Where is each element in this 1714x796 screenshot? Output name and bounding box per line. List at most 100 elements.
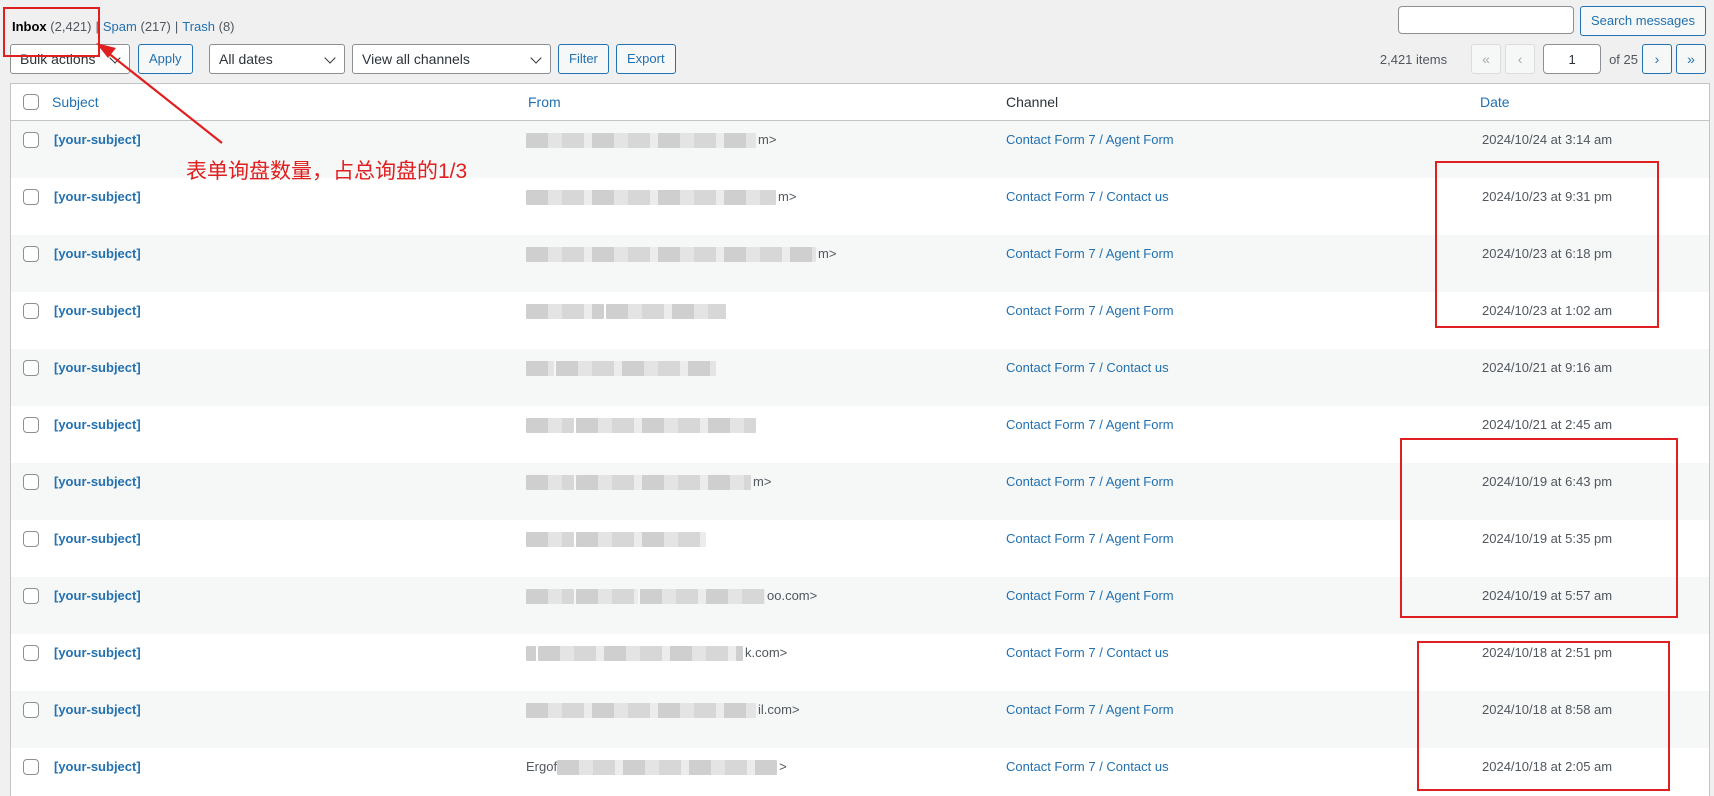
row-checkbox[interactable] [23, 303, 39, 319]
row-checkbox[interactable] [23, 702, 39, 718]
table-row: [your-subject] k.com> Contact Form 7 / Con… [11, 634, 1709, 691]
row-checkbox[interactable] [23, 189, 39, 205]
row-subject-link[interactable]: [your-subject] [54, 189, 141, 204]
column-subject[interactable]: Subject [52, 84, 99, 120]
row-checkbox[interactable] [23, 759, 39, 775]
redacted-email-block [526, 247, 816, 263]
row-channel-link[interactable]: Contact Form 7 / Contact us [1006, 759, 1169, 774]
row-from-suffix: m> [818, 246, 837, 261]
table-row: [your-subject] Ergof > Contact Form 7 / Con… [11, 748, 1709, 796]
items-count: 2,421 items [1379, 51, 1448, 67]
next-page-button[interactable]: › [1642, 44, 1672, 74]
table-row: [your-subject] m> Contact Form 7 / Agent F… [11, 235, 1709, 292]
channels-select[interactable]: View all channels [352, 44, 551, 74]
row-from [526, 303, 728, 320]
redacted-email-block [640, 589, 765, 605]
row-from [526, 360, 718, 377]
row-subject-link[interactable]: [your-subject] [54, 360, 141, 375]
table-row: [your-subject] oo.com> Contact Form 7 / Ag… [11, 577, 1709, 634]
row-channel-link[interactable]: Contact Form 7 / Contact us [1006, 645, 1169, 660]
row-checkbox[interactable] [23, 417, 39, 433]
table-body: [your-subject] m> Contact Form 7 / Agent F… [11, 121, 1709, 796]
row-channel-link[interactable]: Contact Form 7 / Agent Form [1006, 531, 1174, 546]
redacted-email-block [526, 418, 574, 434]
row-from: m> [526, 474, 772, 491]
separator: | [95, 19, 99, 34]
row-subject-link[interactable]: [your-subject] [54, 759, 141, 774]
row-from: m> [526, 246, 837, 263]
row-channel-link[interactable]: Contact Form 7 / Agent Form [1006, 303, 1174, 318]
table-row: [your-subject] il.com> Contact Form 7 / Ag… [11, 691, 1709, 748]
row-checkbox[interactable] [23, 360, 39, 376]
row-subject-link[interactable]: [your-subject] [54, 246, 141, 261]
filter-spam[interactable]: Spam (217) [103, 19, 171, 34]
trash-count: (8) [218, 19, 235, 34]
dates-select[interactable]: All dates [209, 44, 345, 74]
redacted-email-block [526, 703, 756, 719]
trash-label: Trash [182, 19, 215, 34]
inbox-count: (2,421) [50, 19, 92, 34]
apply-button[interactable]: Apply [138, 44, 193, 74]
row-channel-link[interactable]: Contact Form 7 / Agent Form [1006, 474, 1174, 489]
row-subject-link[interactable]: [your-subject] [54, 132, 141, 147]
last-page-button[interactable]: » [1676, 44, 1706, 74]
column-from[interactable]: From [528, 84, 561, 120]
row-channel-link[interactable]: Contact Form 7 / Agent Form [1006, 246, 1174, 261]
table-row: [your-subject] m> Contact Form 7 / Contact… [11, 178, 1709, 235]
row-subject-link[interactable]: [your-subject] [54, 417, 141, 432]
current-page-input[interactable] [1543, 44, 1602, 74]
table-row: [your-subject] Contact Form 7 / Agent For… [11, 406, 1709, 463]
redacted-email-block [526, 133, 756, 149]
row-date: 2024/10/24 at 3:14 am [1482, 132, 1613, 147]
row-from: Ergof > [526, 759, 787, 776]
search-messages-button[interactable]: Search messages [1579, 6, 1706, 36]
redacted-email-block [556, 361, 716, 377]
row-checkbox[interactable] [23, 132, 39, 148]
export-button[interactable]: Export [616, 44, 676, 74]
column-date[interactable]: Date [1480, 84, 1510, 120]
row-from-suffix: m> [778, 189, 797, 204]
row-subject-link[interactable]: [your-subject] [54, 645, 141, 660]
row-checkbox[interactable] [23, 588, 39, 604]
chevron-down-icon [324, 52, 336, 64]
redacted-email-block [526, 304, 604, 320]
row-date: 2024/10/19 at 6:43 pm [1482, 474, 1613, 489]
filter-trash[interactable]: Trash (8) [182, 19, 234, 34]
row-subject-link[interactable]: [your-subject] [54, 303, 141, 318]
row-channel-link[interactable]: Contact Form 7 / Contact us [1006, 360, 1169, 375]
row-channel-link[interactable]: Contact Form 7 / Contact us [1006, 189, 1169, 204]
row-channel-link[interactable]: Contact Form 7 / Agent Form [1006, 702, 1174, 717]
messages-table: Subject From Channel Date [your-subject]… [10, 83, 1710, 796]
row-checkbox[interactable] [23, 531, 39, 547]
row-from [526, 417, 758, 434]
row-from-suffix: m> [758, 132, 777, 147]
redacted-email-block [576, 418, 756, 434]
row-checkbox[interactable] [23, 474, 39, 490]
row-from-suffix: oo.com> [767, 588, 818, 603]
row-channel-link[interactable]: Contact Form 7 / Agent Form [1006, 588, 1174, 603]
select-all-checkbox[interactable] [23, 94, 39, 110]
row-subject-link[interactable]: [your-subject] [54, 531, 141, 546]
dates-select-value: All dates [219, 51, 273, 67]
spam-count: (217) [140, 19, 171, 34]
search-input[interactable] [1397, 6, 1574, 34]
row-channel-link[interactable]: Contact Form 7 / Agent Form [1006, 417, 1174, 432]
bulk-actions-select[interactable]: Bulk actions [10, 44, 130, 74]
redacted-email-block [526, 532, 574, 548]
row-from-suffix: m> [753, 474, 772, 489]
row-date: 2024/10/18 at 2:05 am [1482, 759, 1613, 774]
redacted-email-block [538, 646, 743, 662]
status-filter-links: Inbox (2,421) | Spam (217) | Trash (8) [12, 19, 235, 34]
row-channel-link[interactable]: Contact Form 7 / Agent Form [1006, 132, 1174, 147]
row-subject-link[interactable]: [your-subject] [54, 474, 141, 489]
row-checkbox[interactable] [23, 246, 39, 262]
row-subject-link[interactable]: [your-subject] [54, 588, 141, 603]
row-date: 2024/10/19 at 5:35 pm [1482, 531, 1613, 546]
filter-inbox[interactable]: Inbox (2,421) [12, 19, 92, 34]
row-from-suffix: il.com> [758, 702, 800, 717]
filter-button[interactable]: Filter [558, 44, 609, 74]
column-channel: Channel [1006, 94, 1059, 110]
row-subject-link[interactable]: [your-subject] [54, 702, 141, 717]
pagination: 2,421 items « ‹ of 25 › » [1380, 44, 1706, 74]
row-checkbox[interactable] [23, 645, 39, 661]
